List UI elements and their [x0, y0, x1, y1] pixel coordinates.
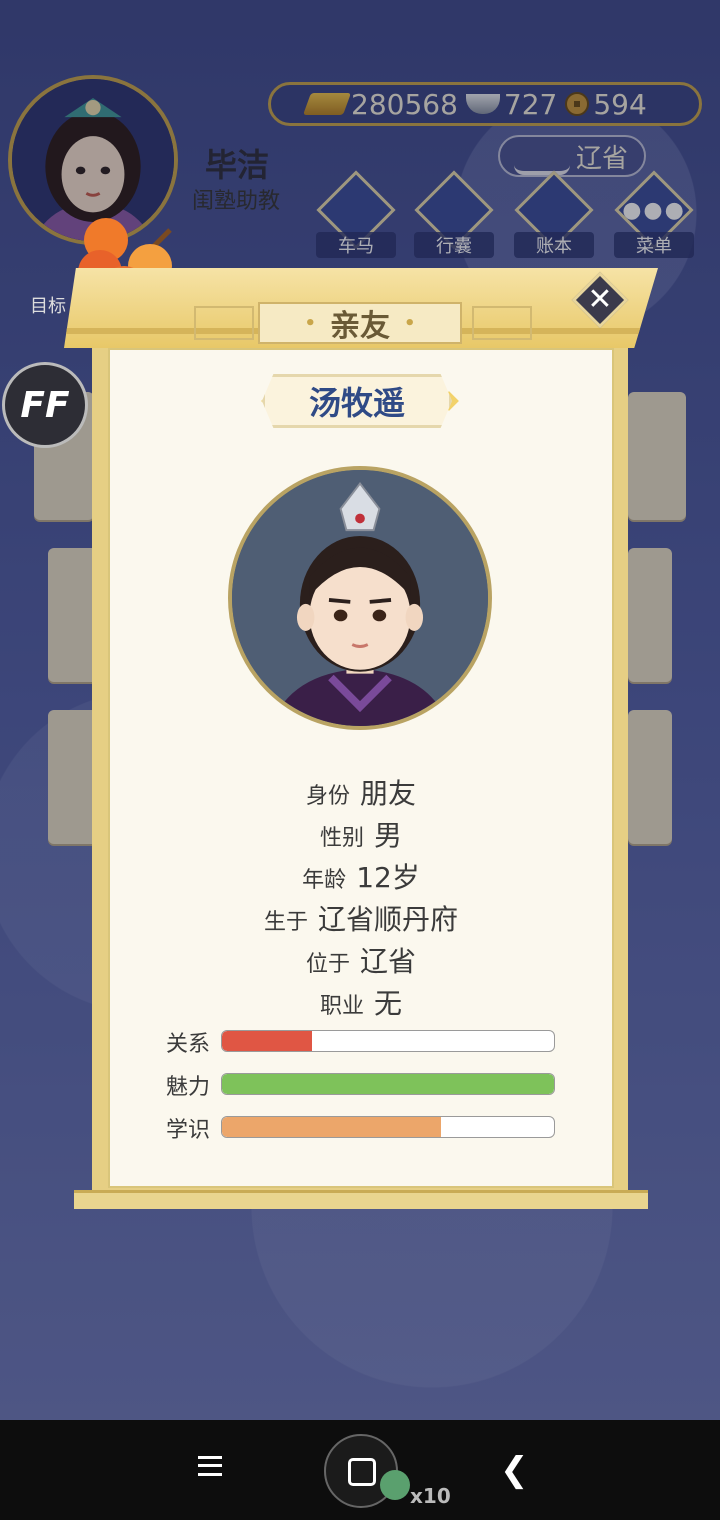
info-value: 辽省	[360, 945, 417, 978]
system-nav-bar: ❮	[0, 1420, 720, 1520]
modal-bottom-bar	[74, 1190, 648, 1209]
info-row-birthplace: 生于 辽省顺丹府	[78, 898, 644, 938]
info-value: 12岁	[356, 861, 420, 894]
info-key: 年龄	[302, 868, 347, 893]
info-key: 性别	[319, 826, 364, 851]
stat-fill	[222, 1031, 312, 1051]
stat-track	[221, 1073, 555, 1095]
stat-label: 学识	[166, 1118, 211, 1143]
info-key: 职业	[319, 994, 364, 1019]
home-icon	[348, 1458, 376, 1486]
person-name: 汤牧遥	[262, 374, 452, 428]
info-value: 男	[374, 819, 403, 852]
info-value: 无	[374, 987, 403, 1020]
info-row-gender: 性别男	[78, 814, 644, 854]
info-key: 身份	[305, 784, 350, 809]
stat-track	[221, 1116, 555, 1138]
info-value: 朋友	[360, 777, 417, 810]
stat-track	[221, 1030, 555, 1052]
speed-badge: x10	[410, 1484, 451, 1508]
stat-charm: 魅力	[166, 1073, 566, 1100]
header-ornament	[472, 306, 532, 340]
recent-apps-icon[interactable]	[198, 1456, 222, 1476]
modal-title-text: 亲友	[330, 309, 390, 344]
stat-relationship: 关系	[166, 1030, 566, 1057]
info-row-occupation: 职业无	[78, 982, 644, 1022]
info-row-location: 位于 辽省	[78, 940, 644, 980]
stat-fill	[222, 1074, 554, 1094]
info-row-age: 年龄 12岁	[78, 856, 644, 896]
person-portrait	[228, 466, 492, 730]
stat-knowledge: 学识	[166, 1116, 566, 1143]
stat-label: 关系	[166, 1032, 211, 1057]
friend-detail-modal: • 亲友 • ✕ 汤牧遥 身份 朋友 性别男 年龄 12岁 生于 辽省顺丹府 位…	[64, 268, 658, 1209]
stat-fill	[222, 1117, 442, 1137]
info-key: 生于	[263, 910, 308, 935]
stat-label: 魅力	[166, 1075, 211, 1100]
info-key: 位于	[305, 952, 350, 977]
modal-title: • 亲友 •	[258, 302, 462, 344]
header-ornament	[194, 306, 254, 340]
info-row-identity: 身份 朋友	[78, 772, 644, 812]
info-value: 辽省顺丹府	[318, 903, 459, 936]
back-icon[interactable]: ❮	[500, 1450, 529, 1490]
frog-icon	[380, 1470, 410, 1500]
close-icon[interactable]: ✕	[580, 280, 620, 320]
ff-button[interactable]: FF	[2, 362, 88, 448]
